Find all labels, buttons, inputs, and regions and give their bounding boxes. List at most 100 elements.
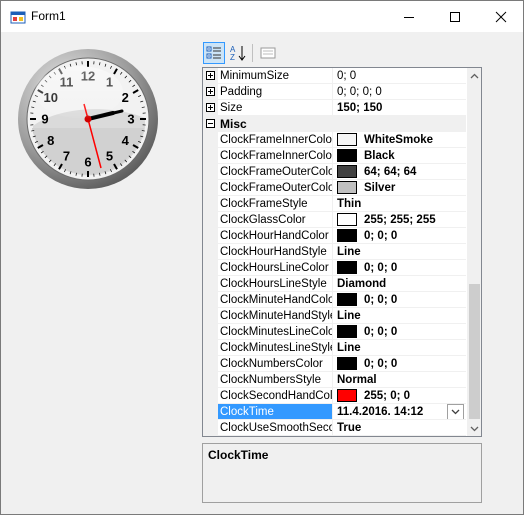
- property-value[interactable]: 255; 255; 255: [333, 212, 466, 228]
- color-swatch: [337, 325, 357, 338]
- toolbar-separator: [252, 44, 253, 62]
- property-row[interactable]: ClockNumbersColor 0; 0; 0: [203, 356, 466, 372]
- property-value[interactable]: 0; 0: [333, 68, 466, 84]
- minimize-button[interactable]: [386, 1, 432, 32]
- collapse-minus-icon[interactable]: [206, 119, 215, 128]
- property-name[interactable]: ClockGlassColor: [218, 212, 333, 228]
- analog-clock[interactable]: 121234567891011: [17, 48, 159, 190]
- property-name[interactable]: ClockFrameInnerColor2: [218, 148, 333, 164]
- property-name[interactable]: ClockMinutesLineStyle: [218, 340, 333, 356]
- property-value[interactable]: 0; 0; 0: [333, 356, 466, 372]
- property-row[interactable]: Padding 0; 0; 0; 0: [203, 84, 466, 100]
- property-value[interactable]: 0; 0; 0: [333, 324, 466, 340]
- scroll-up-button[interactable]: [467, 68, 481, 83]
- property-name[interactable]: ClockMinuteHandColor: [218, 292, 333, 308]
- property-row[interactable]: ClockFrameInnerColor2 Black: [203, 148, 466, 164]
- category-row[interactable]: Misc: [203, 116, 466, 132]
- property-name[interactable]: Size: [218, 100, 333, 116]
- property-name[interactable]: ClockHoursLineStyle: [218, 276, 333, 292]
- property-name[interactable]: ClockUseSmoothSecor: [218, 420, 333, 436]
- property-name[interactable]: MinimumSize: [218, 68, 333, 84]
- property-value[interactable]: Thin: [333, 196, 466, 212]
- property-name[interactable]: ClockNumbersStyle: [218, 372, 333, 388]
- property-name[interactable]: ClockTime: [218, 404, 333, 420]
- property-pages-button[interactable]: [257, 42, 279, 64]
- property-value[interactable]: 150; 150: [333, 100, 466, 116]
- property-name[interactable]: ClockMinuteHandStyle: [218, 308, 333, 324]
- property-row[interactable]: ClockHoursLineStyle Diamond: [203, 276, 466, 292]
- row-gutter: [203, 100, 218, 116]
- property-value[interactable]: True: [333, 420, 466, 436]
- property-value-text: 0; 0: [337, 69, 357, 82]
- property-value[interactable]: 0; 0; 0: [333, 260, 466, 276]
- property-row[interactable]: ClockFrameOuterColor2 Silver: [203, 180, 466, 196]
- property-row[interactable]: ClockTime 11.4.2016. 14:12: [203, 404, 466, 420]
- property-name[interactable]: ClockFrameInnerColor1: [218, 132, 333, 148]
- dropdown-button[interactable]: [447, 404, 464, 419]
- property-value[interactable]: Diamond: [333, 276, 466, 292]
- property-name[interactable]: ClockFrameStyle: [218, 196, 333, 212]
- close-button[interactable]: [478, 1, 524, 32]
- property-row[interactable]: ClockFrameStyle Thin: [203, 196, 466, 212]
- categorized-button[interactable]: [203, 42, 225, 64]
- property-row[interactable]: ClockMinutesLineColor 0; 0; 0: [203, 324, 466, 340]
- alphabetical-icon: A Z: [230, 45, 246, 62]
- chevron-down-icon: [470, 426, 479, 431]
- row-gutter: [203, 324, 218, 340]
- property-row[interactable]: ClockHourHandStyle Line: [203, 244, 466, 260]
- property-name[interactable]: ClockFrameOuterColor2: [218, 180, 333, 196]
- property-row[interactable]: ClockNumbersStyle Normal: [203, 372, 466, 388]
- property-value[interactable]: Line: [333, 340, 466, 356]
- property-name[interactable]: ClockMinutesLineColor: [218, 324, 333, 340]
- property-pages-icon: [260, 47, 276, 59]
- property-name[interactable]: ClockSecondHandColo: [218, 388, 333, 404]
- minimize-icon: [404, 16, 414, 18]
- property-row[interactable]: ClockHourHandColor 0; 0; 0: [203, 228, 466, 244]
- property-row[interactable]: ClockGlassColor 255; 255; 255: [203, 212, 466, 228]
- property-row[interactable]: MinimumSize 0; 0: [203, 68, 466, 84]
- property-row[interactable]: ClockMinutesLineStyle Line: [203, 340, 466, 356]
- property-value[interactable]: 0; 0; 0: [333, 292, 466, 308]
- property-row[interactable]: ClockSecondHandColo 255; 0; 0: [203, 388, 466, 404]
- scroll-down-button[interactable]: [467, 421, 481, 436]
- property-name[interactable]: ClockHourHandColor: [218, 228, 333, 244]
- property-row[interactable]: ClockUseSmoothSecor True: [203, 420, 466, 436]
- property-value[interactable]: 64; 64; 64: [333, 164, 466, 180]
- alphabetical-button[interactable]: A Z: [227, 42, 249, 64]
- property-row[interactable]: ClockFrameOuterColor1 64; 64; 64: [203, 164, 466, 180]
- row-gutter: [203, 260, 218, 276]
- property-name[interactable]: ClockFrameOuterColor1: [218, 164, 333, 180]
- property-value-text: 0; 0; 0: [364, 261, 398, 274]
- property-value[interactable]: Normal: [333, 372, 466, 388]
- property-name[interactable]: ClockNumbersColor: [218, 356, 333, 372]
- property-row[interactable]: ClockHoursLineColor 0; 0; 0: [203, 260, 466, 276]
- property-row[interactable]: Size 150; 150: [203, 100, 466, 116]
- expand-plus-icon[interactable]: [206, 103, 215, 112]
- property-name[interactable]: ClockHourHandStyle: [218, 244, 333, 260]
- expand-plus-icon[interactable]: [206, 71, 215, 80]
- property-value[interactable]: WhiteSmoke: [333, 132, 466, 148]
- color-swatch: [337, 165, 357, 178]
- property-value[interactable]: Line: [333, 244, 466, 260]
- color-swatch: [337, 357, 357, 370]
- property-row[interactable]: ClockMinuteHandColor 0; 0; 0: [203, 292, 466, 308]
- title-bar[interactable]: Form1: [1, 1, 523, 32]
- maximize-button[interactable]: [432, 1, 478, 32]
- property-row[interactable]: ClockFrameInnerColor1 WhiteSmoke: [203, 132, 466, 148]
- vertical-scrollbar[interactable]: [467, 68, 481, 436]
- property-grid[interactable]: MinimumSize 0; 0 Padding 0; 0; 0; 0 Size 150;…: [202, 67, 482, 437]
- expand-plus-icon[interactable]: [206, 87, 215, 96]
- property-value[interactable]: Line: [333, 308, 466, 324]
- property-value[interactable]: 11.4.2016. 14:12: [333, 404, 466, 420]
- property-value[interactable]: Silver: [333, 180, 466, 196]
- row-gutter: [203, 148, 218, 164]
- property-value[interactable]: Black: [333, 148, 466, 164]
- property-name[interactable]: Padding: [218, 84, 333, 100]
- property-value[interactable]: 255; 0; 0: [333, 388, 466, 404]
- property-value[interactable]: 0; 0; 0; 0: [333, 84, 466, 100]
- property-row[interactable]: ClockMinuteHandStyle Line: [203, 308, 466, 324]
- scroll-thumb[interactable]: [469, 284, 480, 419]
- property-name[interactable]: ClockHoursLineColor: [218, 260, 333, 276]
- color-swatch: [337, 213, 357, 226]
- property-value[interactable]: 0; 0; 0: [333, 228, 466, 244]
